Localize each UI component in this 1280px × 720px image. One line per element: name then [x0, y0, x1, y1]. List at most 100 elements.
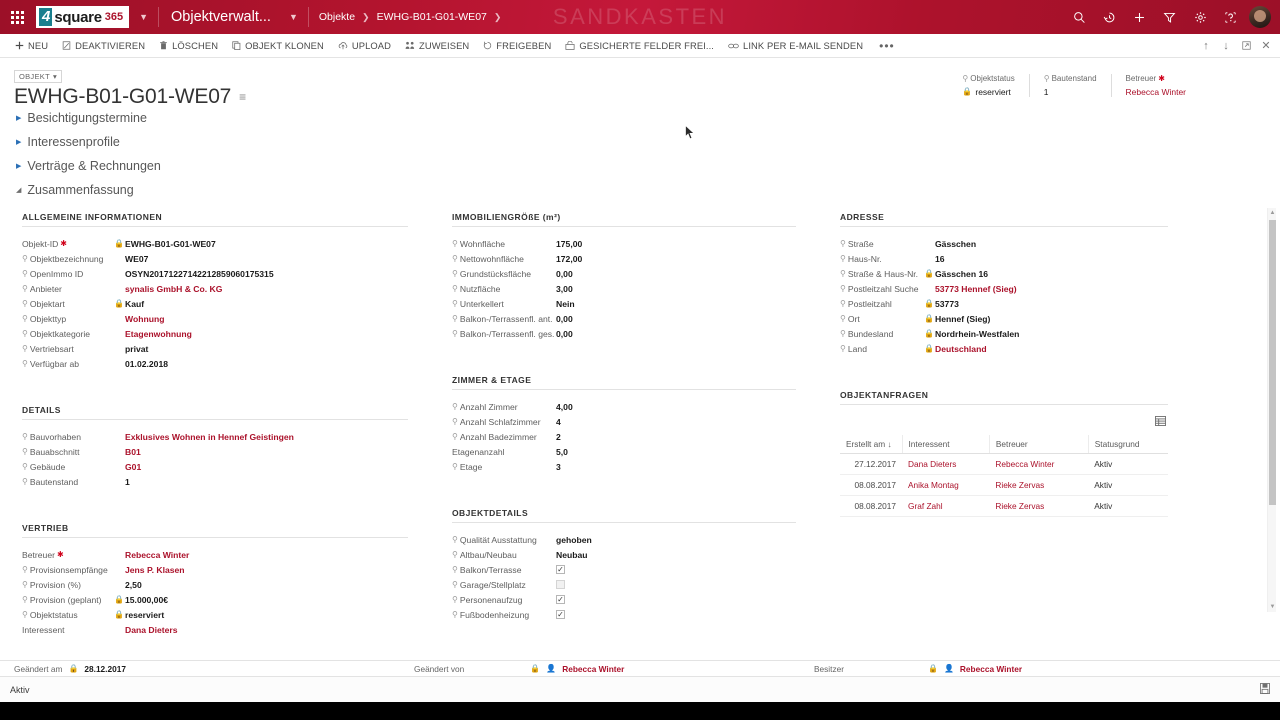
help-icon[interactable]	[1215, 0, 1245, 34]
header-field-objektstatus[interactable]: ⚲ Objektstatus 🔒 reserviert	[948, 74, 1028, 97]
field-provisionsempfaenger-value[interactable]: Jens P. Klasen	[125, 565, 185, 575]
field-balkon-terrasse-ant[interactable]: ⚲ Balkon-/Terrassenfl. ant. 0,00	[452, 311, 796, 326]
column-interessent[interactable]: Interessent	[902, 435, 990, 454]
field-bautenstand-details[interactable]: ⚲ Bautenstand 1	[22, 474, 408, 489]
header-field-betreuer-value[interactable]: Rebecca Winter	[1126, 87, 1186, 97]
field-objekttyp-value[interactable]: Wohnung	[125, 314, 164, 324]
checkbox-personenaufzug[interactable]: ✓	[556, 595, 565, 604]
field-bundesland[interactable]: ⚲ Bundesland 🔒 Nordrhein-Westfalen	[840, 326, 1168, 341]
header-field-betreuer[interactable]: Betreuer ✱ Rebecca Winter	[1110, 74, 1200, 97]
field-personenaufzug[interactable]: ⚲ Personenaufzug ✓	[452, 592, 796, 607]
field-altbau-neubau[interactable]: ⚲ Altbau/Neubau Neubau	[452, 547, 796, 562]
field-strasse-haus-nr[interactable]: ⚲ Straße & Haus-Nr. 🔒 Gässchen 16	[840, 266, 1168, 281]
field-verfuegbar-ab[interactable]: ⚲ Verfügbar ab 01.02.2018	[22, 356, 408, 371]
field-wohnflaeche[interactable]: ⚲ Wohnfläche 175,00	[452, 236, 796, 251]
app-title[interactable]: Objektverwalt...	[159, 0, 279, 34]
field-bauabschnitt[interactable]: ⚲ Bauabschnitt B01	[22, 444, 408, 459]
field-balkon-terrasse-ges[interactable]: ⚲ Balkon-/Terrassenfl. ges. 0,00	[452, 326, 796, 341]
scroll-down-arrow-icon[interactable]: ▼	[1268, 602, 1277, 612]
field-nutzflaeche[interactable]: ⚲ Nutzfläche 3,00	[452, 281, 796, 296]
table-row[interactable]: 27.12.2017 Dana Dieters Rebecca Winter A…	[840, 453, 1168, 475]
field-bauvorhaben-value[interactable]: Exklusives Wohnen in Hennef Geistingen	[125, 432, 294, 442]
brand-dropdown-caret[interactable]: ▼	[129, 0, 158, 34]
command-loeschen[interactable]: LÖSCHEN	[152, 34, 225, 58]
app-title-dropdown-caret[interactable]: ▼	[279, 0, 308, 34]
field-interessent[interactable]: Interessent Dana Dieters	[22, 622, 408, 637]
field-anbieter-value[interactable]: synalis GmbH & Co. KG	[125, 284, 222, 294]
cell-betreuer[interactable]: Rebecca Winter	[989, 453, 1089, 475]
field-garage-stellplatz[interactable]: ⚲ Garage/Stellplatz	[452, 577, 796, 592]
field-gebaeude-value[interactable]: G01	[125, 462, 141, 472]
field-etagenanzahl[interactable]: Etagenanzahl 5,0	[452, 444, 796, 459]
field-anzahl-zimmer[interactable]: ⚲ Anzahl Zimmer 4,00	[452, 399, 796, 414]
recent-icon[interactable]	[1094, 0, 1124, 34]
popout-icon[interactable]	[1236, 34, 1256, 58]
field-provision-prozent[interactable]: ⚲ Provision (%) 2,50	[22, 577, 408, 592]
field-fussbodenheizung[interactable]: ⚲ Fußbodenheizung ✓	[452, 607, 796, 622]
field-plz-suche-value[interactable]: 53773 Hennef (Sieg)	[935, 284, 1017, 294]
checkbox-fussbodenheizung[interactable]: ✓	[556, 610, 565, 619]
column-betreuer[interactable]: Betreuer	[989, 435, 1089, 454]
command-objekt-klonen[interactable]: OBJEKT KLONEN	[225, 34, 331, 58]
field-gebaeude[interactable]: ⚲ Gebäude G01	[22, 459, 408, 474]
search-icon[interactable]	[1064, 0, 1094, 34]
column-erstellt-am[interactable]: Erstellt am ↓	[840, 435, 903, 454]
field-objektkategorie-value[interactable]: Etagenwohnung	[125, 329, 192, 339]
meta-besitzer-value[interactable]: Rebecca Winter	[960, 664, 1022, 674]
meta-geaendert-von-value[interactable]: Rebecca Winter	[562, 664, 624, 674]
field-objektbezeichnung[interactable]: ⚲ Objektbezeichnung WE07	[22, 251, 408, 266]
field-unterkellert[interactable]: ⚲ Unterkellert Nein	[452, 296, 796, 311]
command-gesicherte-felder[interactable]: GESICHERTE FELDER FREI...	[558, 34, 721, 58]
section-zusammenfassung[interactable]: ◢ Zusammenfassung	[16, 178, 1280, 202]
advanced-find-icon[interactable]	[1154, 0, 1184, 34]
field-qualitaet-ausstattung[interactable]: ⚲ Qualität Ausstattung gehoben	[452, 532, 796, 547]
command-freigeben[interactable]: FREIGEBEN	[476, 34, 558, 58]
cell-interessent[interactable]: Graf Zahl	[902, 495, 990, 517]
record-title-menu-icon[interactable]: ≡	[239, 90, 246, 104]
field-land-value[interactable]: Deutschland	[935, 344, 987, 354]
section-interessenprofile[interactable]: ▶ Interessenprofile	[16, 130, 1280, 154]
checkbox-balkon-terrasse[interactable]: ✓	[556, 565, 565, 574]
scroll-up-arrow-icon[interactable]: ▲	[1268, 208, 1277, 218]
field-openimmo-id[interactable]: ⚲ OpenImmo ID OSYN20171227142212859060175…	[22, 266, 408, 281]
previous-record-icon[interactable]: ↑	[1196, 34, 1216, 58]
field-provision-geplant[interactable]: ⚲ Provision (geplant) 🔒 15.000,00€	[22, 592, 408, 607]
field-plz-suche[interactable]: ⚲ Postleitzahl Suche 53773 Hennef (Sieg)	[840, 281, 1168, 296]
field-postleitzahl[interactable]: ⚲ Postleitzahl 🔒 53773	[840, 296, 1168, 311]
field-bauabschnitt-value[interactable]: B01	[125, 447, 141, 457]
grid-view-icon[interactable]	[1155, 416, 1166, 429]
section-besichtigungstermine[interactable]: ▶ Besichtigungstermine	[16, 106, 1280, 130]
field-provisionsempfaenger[interactable]: ⚲ Provisionsempfänge Jens P. Klasen	[22, 562, 408, 577]
field-haus-nr[interactable]: ⚲ Haus-Nr. 16	[840, 251, 1168, 266]
next-record-icon[interactable]: ↓	[1216, 34, 1236, 58]
field-grundstuecksflaeche[interactable]: ⚲ Grundstücksfläche 0,00	[452, 266, 796, 281]
brand-logo[interactable]: 4 square 365	[36, 6, 130, 28]
field-betreuer[interactable]: Betreuer ✱ Rebecca Winter	[22, 547, 408, 562]
section-vertraege-rechnungen[interactable]: ▶ Verträge & Rechnungen	[16, 154, 1280, 178]
table-row[interactable]: 08.08.2017 Anika Montag Rieke Zervas Akt…	[840, 474, 1168, 496]
field-balkon-terrasse[interactable]: ⚲ Balkon/Terrasse ✓	[452, 562, 796, 577]
entity-type-tag[interactable]: OBJEKT ▾	[14, 70, 63, 83]
field-nettowohnflaeche[interactable]: ⚲ Nettowohnfläche 172,00	[452, 251, 796, 266]
command-overflow-button[interactable]: •••	[870, 39, 904, 53]
quick-create-icon[interactable]	[1124, 0, 1154, 34]
app-launcher-button[interactable]	[0, 0, 34, 34]
field-ort[interactable]: ⚲ Ort 🔒 Hennef (Sieg)	[840, 311, 1168, 326]
form-vertical-scrollbar[interactable]: ▲ ▼	[1267, 208, 1276, 612]
settings-gear-icon[interactable]	[1185, 0, 1215, 34]
breadcrumb-item-record[interactable]: EWHG-B01-G01-WE07	[377, 11, 487, 23]
header-field-bautenstand[interactable]: ⚲ Bautenstand 1	[1028, 74, 1111, 97]
cell-betreuer[interactable]: Rieke Zervas	[989, 495, 1089, 517]
close-icon[interactable]: ✕	[1256, 34, 1276, 58]
cell-betreuer[interactable]: Rieke Zervas	[989, 474, 1089, 496]
field-land[interactable]: ⚲ Land 🔒 Deutschland	[840, 341, 1168, 356]
field-strasse[interactable]: ⚲ Straße Gässchen	[840, 236, 1168, 251]
field-vertriebsart[interactable]: ⚲ Vertriebsart privat	[22, 341, 408, 356]
breadcrumb-item-objekte[interactable]: Objekte	[319, 11, 355, 23]
command-upload[interactable]: UPLOAD	[331, 34, 398, 58]
field-anzahl-badezimmer[interactable]: ⚲ Anzahl Badezimmer 2	[452, 429, 796, 444]
field-interessent-value[interactable]: Dana Dieters	[125, 625, 178, 635]
cell-interessent[interactable]: Dana Dieters	[902, 453, 990, 475]
command-link-per-email[interactable]: LINK PER E-MAIL SENDEN	[721, 34, 870, 58]
field-objektstatus-vertrieb[interactable]: ⚲ Objektstatus 🔒 reserviert	[22, 607, 408, 622]
